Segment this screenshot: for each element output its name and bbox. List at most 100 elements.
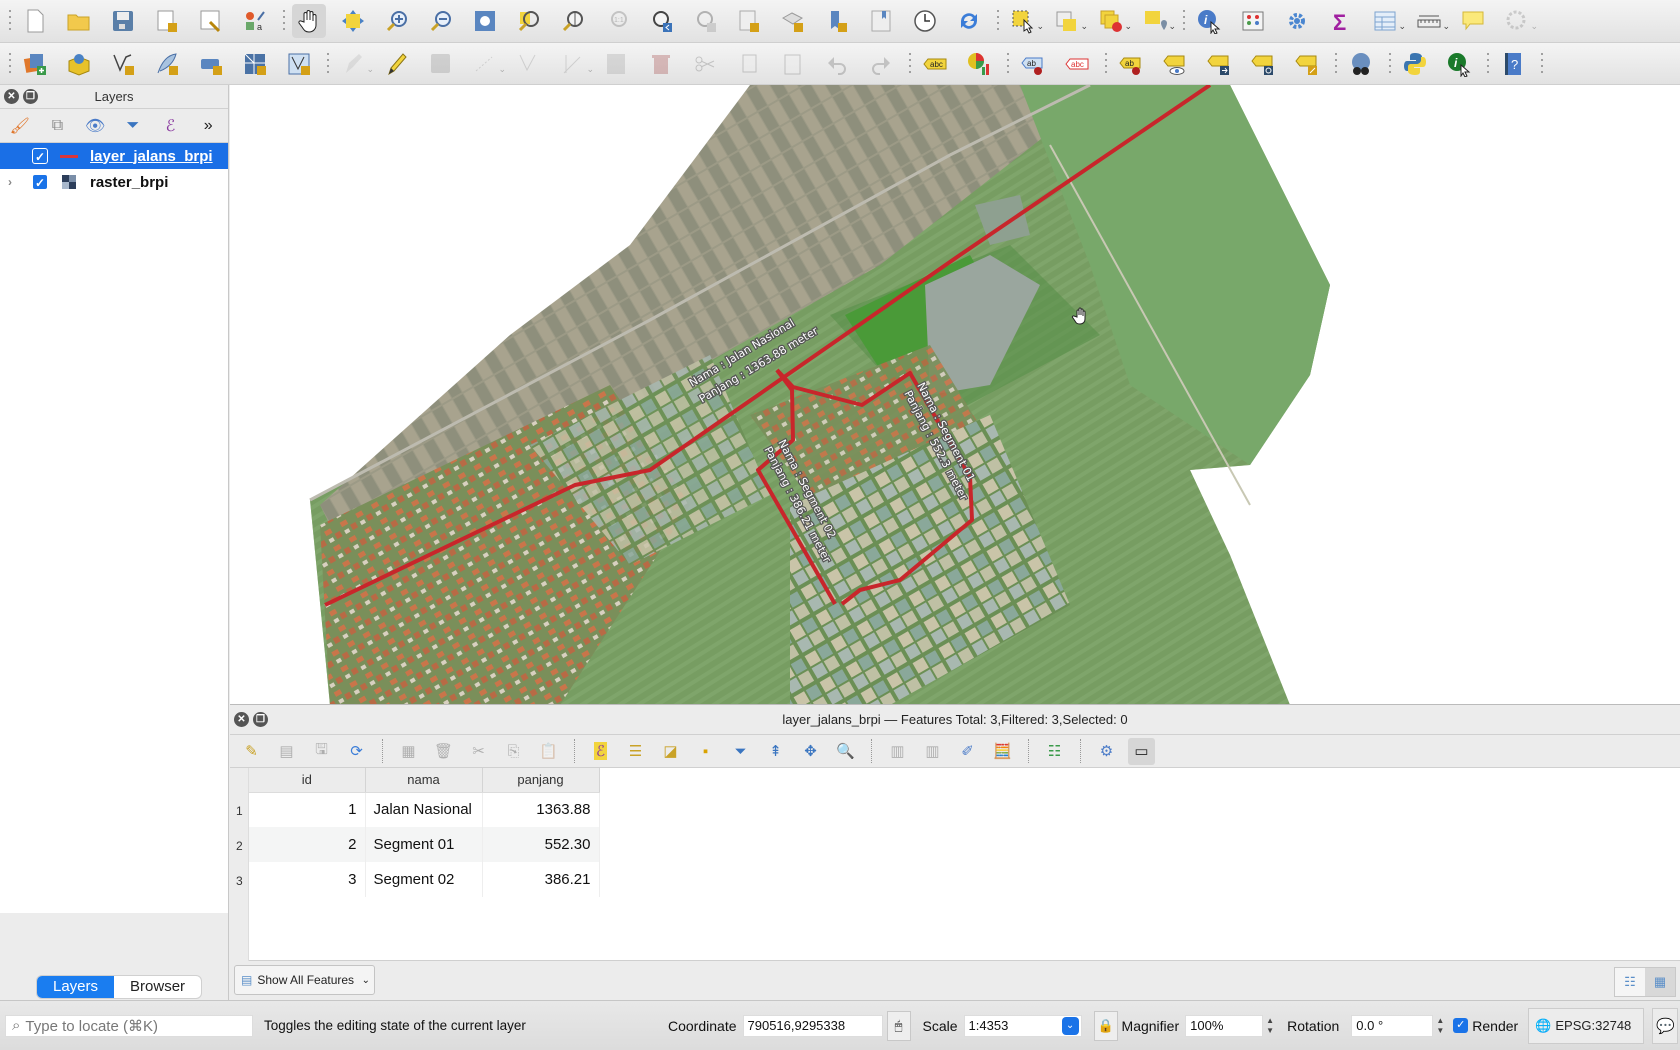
layer-diagram-button[interactable] [962,47,996,81]
actions-button[interactable]: ⚙ [1093,738,1120,765]
new-map-view-button[interactable] [732,4,766,38]
modify-attributes-button[interactable] [600,47,634,81]
layer-visibility-checkbox[interactable]: ✓ [32,148,48,164]
new-spatial-bookmark-button[interactable] [820,4,854,38]
style-panel-button[interactable]: 🖌 [6,113,34,139]
rotate-label-button[interactable] [1246,47,1280,81]
layer-visibility-checkbox[interactable]: ✓ [32,174,48,190]
messages-button[interactable]: 💬 [1652,1007,1679,1044]
zoom-full-button[interactable] [468,4,502,38]
close-panel-icon[interactable]: ✕ [4,89,19,104]
select-features-button[interactable]: ⌄ [1006,4,1044,38]
reload-table-button[interactable]: ⟳ [343,738,370,765]
style-manager-button[interactable]: a [238,4,272,38]
select-all-button[interactable]: ☰ [622,738,649,765]
filter-expression-button[interactable]: ℰ [157,113,185,139]
row-number[interactable]: 1 [236,804,243,818]
new-spatialite-layer-button[interactable] [150,47,184,81]
tab-browser[interactable]: Browser [114,976,201,998]
float-panel-icon[interactable]: ❐ [253,712,268,727]
scale-combobox[interactable]: 1:4353 ⌄ [963,1014,1082,1037]
help-button[interactable]: ? [1496,47,1530,81]
table-row[interactable]: 2 Segment 01 552.30 [249,827,600,862]
toolbar-grip[interactable] [1540,50,1544,77]
cell-id[interactable]: 1 [249,792,366,827]
zoom-in-button[interactable] [380,4,414,38]
open-project-button[interactable] [62,4,96,38]
column-header-nama[interactable]: nama [365,768,483,793]
run-action-button[interactable]: ⌄ [1500,4,1538,38]
select-by-expression-button[interactable]: ℰ [587,738,614,765]
multi-edit-button[interactable]: ▤ [273,738,300,765]
toggle-extents-button[interactable]: 🖱 [886,1010,911,1041]
toolbar-grip[interactable] [8,8,12,34]
layout-manager-button[interactable] [194,4,228,38]
add-group-button[interactable]: ⧉ [44,113,72,139]
filter-legend-button[interactable]: ⏷ [119,113,147,139]
python-console-button[interactable] [1398,47,1432,81]
magnifier-field[interactable]: 100% [1185,1014,1264,1037]
layer-item-raster-brpi[interactable]: › ✓ raster_brpi [0,169,228,195]
crs-button[interactable]: 🌐 EPSG:32748 [1528,1007,1645,1044]
manage-visibility-button[interactable]: 👁 [81,113,109,139]
save-layer-edits-button[interactable] [424,47,458,81]
zoom-to-selected-button[interactable]: 🔍 [832,738,859,765]
lock-scale-button[interactable]: 🔒 [1093,1010,1118,1041]
undo-button[interactable] [820,47,854,81]
map-canvas[interactable]: Nama : Jalan Nasional Panjang : 1363.88 … [230,85,1680,705]
digitize-line-button[interactable]: ⌄ [468,47,506,81]
filter-select-button[interactable]: ⏷ [727,738,754,765]
identify-plugin-button[interactable]: i [1442,47,1476,81]
processing-toolbox-button[interactable] [1280,4,1314,38]
cell-panjang[interactable]: 1363.88 [482,792,600,827]
cell-panjang[interactable]: 552.30 [482,827,600,862]
pin-labels-button[interactable]: ab [1114,47,1148,81]
new-temporary-layer-button[interactable] [194,47,228,81]
rotation-field[interactable]: 0.0 ° [1351,1014,1434,1037]
locator-search-input[interactable]: ⌕ Type to locate (⌘K) [5,1014,253,1037]
show-hide-labels-button[interactable] [1158,47,1192,81]
paste-button[interactable]: 📋 [535,738,562,765]
deselect-all-button[interactable]: ▪ [692,738,719,765]
zoom-native-resolution-button[interactable]: 1:1 [600,4,634,38]
cell-nama[interactable]: Segment 02 [365,862,483,897]
close-panel-icon[interactable]: ✕ [234,712,249,727]
cell-nama[interactable]: Jalan Nasional [365,792,483,827]
toolbar-grip[interactable] [1388,50,1392,77]
invert-selection-button[interactable]: ◪ [657,738,684,765]
table-row[interactable]: 3 Segment 02 386.21 [249,862,600,897]
zoom-out-button[interactable] [424,4,458,38]
new-project-button[interactable] [18,4,52,38]
open-field-calculator-button[interactable]: 🧮 [989,738,1016,765]
measure-line-button[interactable]: ⌄ [1412,4,1450,38]
layer-item-layer-jalans-brpi[interactable]: ✓ layer_jalans_brpi [0,143,228,169]
toolbar-grip[interactable] [8,50,12,77]
vertex-tool-button[interactable] [512,47,546,81]
conditional-formatting-button[interactable]: ☷ [1041,738,1068,765]
pan-map-button[interactable] [292,4,326,38]
column-header-panjang[interactable]: panjang [482,768,600,793]
rotation-spinner[interactable]: ▲ ▼ [1435,1016,1445,1036]
table-row[interactable]: 1 Jalan Nasional 1363.88 [249,792,600,827]
new-shapefile-layer-button[interactable] [106,47,140,81]
save-edits-button[interactable]: 🖫 [308,738,335,765]
cut-button[interactable]: ✂ [465,738,492,765]
paste-features-button[interactable] [776,47,810,81]
form-view-button[interactable]: ☷ [1615,968,1645,996]
toolbar-grip[interactable] [1486,50,1490,77]
identify-features-button[interactable]: i [1192,4,1226,38]
save-project-button[interactable] [106,4,140,38]
pan-to-selected-button[interactable]: ✥ [797,738,824,765]
statistical-summary-button[interactable]: Σ [1324,4,1358,38]
new-geopackage-layer-button[interactable] [62,47,96,81]
toolbar-grip[interactable] [1006,50,1010,77]
dock-table-button[interactable]: ▭ [1128,737,1155,765]
copy-features-button[interactable] [732,47,766,81]
add-feature-button[interactable]: ▦ [395,738,422,765]
delete-selected-button[interactable] [644,47,678,81]
metasearch-button[interactable] [1344,47,1378,81]
cell-id[interactable]: 2 [249,827,366,862]
toggle-editing-button[interactable]: ✎ [238,738,265,765]
delete-feature-button[interactable]: 🗑 [430,738,457,765]
new-field-button[interactable]: ▥ [884,738,911,765]
